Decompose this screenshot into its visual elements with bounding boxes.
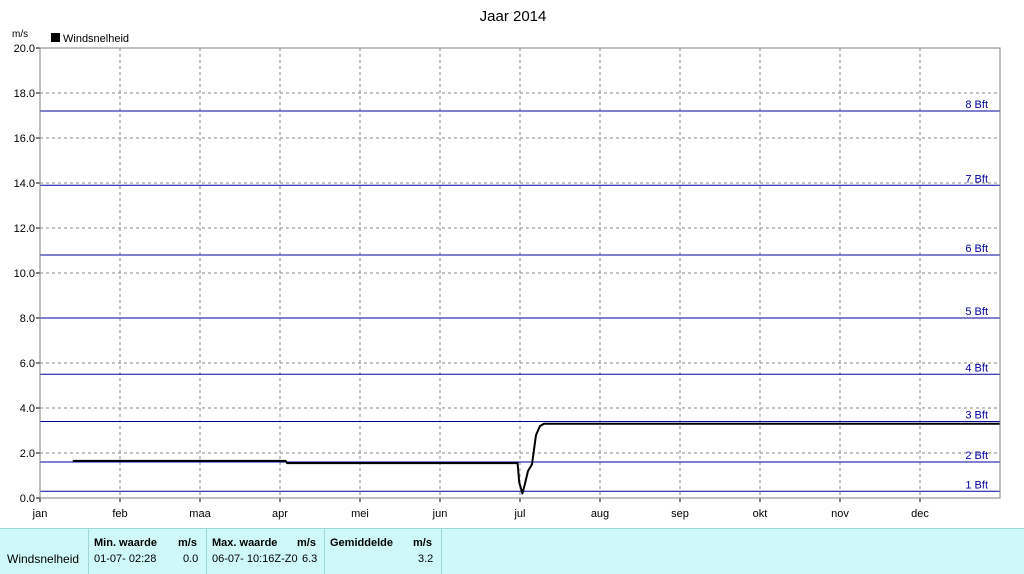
statistics-panel: Windsnelheid Min. waarde m/s 01-07- 02:2… bbox=[0, 528, 1024, 574]
y-tick-label: 18.0 bbox=[14, 88, 35, 100]
grid bbox=[40, 48, 1000, 498]
x-tick-label: jan bbox=[32, 508, 48, 520]
legend-swatch bbox=[51, 33, 60, 42]
beaufort-label: 3 Bft bbox=[965, 410, 988, 422]
x-tick-label: sep bbox=[671, 508, 689, 520]
separator bbox=[324, 529, 325, 574]
min-header: Min. waarde bbox=[94, 537, 157, 549]
x-tick-label: apr bbox=[272, 508, 288, 520]
y-tick-label: 6.0 bbox=[20, 358, 35, 370]
y-tick-label: 2.0 bbox=[20, 448, 35, 460]
beaufort-label: 2 Bft bbox=[965, 450, 988, 462]
separator bbox=[88, 529, 89, 574]
y-axis-unit: m/s bbox=[12, 29, 28, 40]
x-tick-label: dec bbox=[911, 508, 929, 520]
avg-header: Gemiddelde bbox=[330, 537, 393, 549]
x-tick-label: mei bbox=[351, 508, 369, 520]
avg-value: 3.2 bbox=[418, 553, 434, 565]
y-tick-label: 10.0 bbox=[14, 268, 35, 280]
max-value: 6.3 bbox=[302, 553, 318, 565]
chart: Jaar 2014 m/s Windsnelheid 1 Bft 2 Bft 3 B… bbox=[12, 8, 1001, 520]
max-unit: m/s bbox=[297, 537, 316, 549]
series-line-windsnelheid bbox=[72, 422, 1000, 495]
max-date: 06-07- 10:16Z-Z0 bbox=[212, 553, 298, 565]
x-tick-label: okt bbox=[753, 508, 768, 520]
beaufort-label: 1 Bft bbox=[965, 479, 988, 491]
chart-title: Jaar 2014 bbox=[480, 8, 547, 25]
y-tick-label: 16.0 bbox=[14, 133, 35, 145]
y-tick-label: 14.0 bbox=[14, 178, 35, 190]
series-layer bbox=[72, 422, 1000, 495]
x-tick-label: jul bbox=[513, 508, 525, 520]
y-tick-label: 0.0 bbox=[20, 493, 35, 505]
beaufort-label: 6 Bft bbox=[965, 243, 988, 255]
x-tick-label: feb bbox=[112, 508, 127, 520]
min-value: 0.0 bbox=[183, 553, 199, 565]
min-date: 01-07- 02:28 bbox=[94, 553, 157, 565]
axes: 0.0 2.0 4.0 6.0 8.0 10.0 12.0 14.0 16.0 18.0 20.0 j… bbox=[14, 43, 1001, 520]
beaufort-label: 8 Bft bbox=[965, 99, 988, 111]
y-tick-label: 20.0 bbox=[14, 43, 35, 55]
x-tick-label: maa bbox=[189, 508, 211, 520]
min-unit: m/s bbox=[178, 537, 197, 549]
y-tick-label: 12.0 bbox=[14, 223, 35, 235]
beaufort-label: 7 Bft bbox=[965, 173, 988, 185]
max-header: Max. waarde bbox=[212, 537, 278, 549]
separator bbox=[206, 529, 207, 574]
row-label: Windsnelheid bbox=[7, 552, 80, 566]
beaufort-label: 4 Bft bbox=[965, 362, 988, 374]
beaufort-label: 5 Bft bbox=[965, 306, 988, 318]
legend-label: Windsnelheid bbox=[63, 33, 129, 45]
x-tick-label: nov bbox=[831, 508, 849, 520]
y-tick-label: 4.0 bbox=[20, 403, 35, 415]
separator bbox=[441, 529, 442, 574]
x-tick-label: aug bbox=[591, 508, 609, 520]
avg-unit: m/s bbox=[413, 537, 432, 549]
y-tick-label: 8.0 bbox=[20, 313, 35, 325]
x-tick-label: jun bbox=[432, 508, 448, 520]
